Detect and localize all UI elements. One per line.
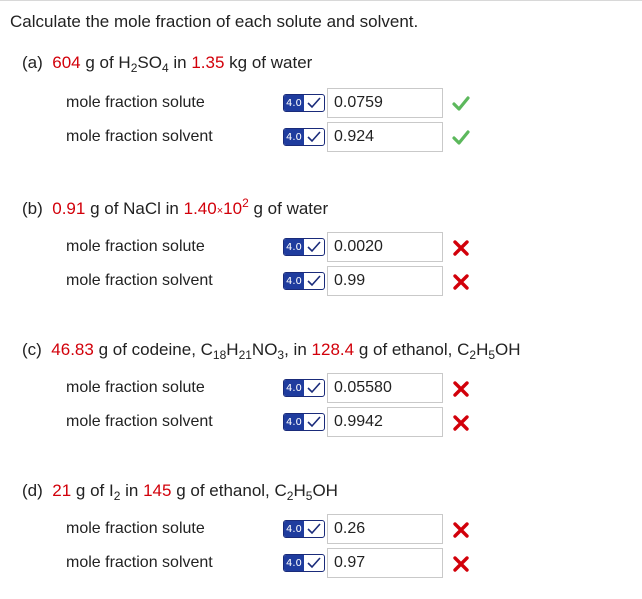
part-c-mass2: 128.4 <box>311 340 355 359</box>
solute-label: mole fraction solute <box>66 238 205 255</box>
part-c-solvent-row: mole fraction solvent 4.0 <box>0 407 642 437</box>
part-c-solute-row: mole fraction solute 4.0 <box>0 373 642 403</box>
badge-check-icon <box>304 416 324 428</box>
badge-check-icon <box>304 557 324 569</box>
part-d-sub1: 2 <box>113 489 121 503</box>
part-d-solvent-row: mole fraction solvent 4.0 <box>0 548 642 578</box>
badge-number: 4.0 <box>284 129 304 145</box>
part-d-mass1: 21 <box>52 481 72 500</box>
solvent-label: mole fraction solvent <box>66 128 213 145</box>
sig-fig-badge[interactable]: 4.0 <box>283 379 325 397</box>
sig-fig-badge[interactable]: 4.0 <box>283 128 325 146</box>
solvent-label: mole fraction solvent <box>66 413 213 430</box>
sig-fig-badge[interactable]: 4.0 <box>283 520 325 538</box>
solvent-label: mole fraction solvent <box>66 554 213 571</box>
part-b-mass2: 1.40×102 <box>183 196 249 218</box>
part-c-tag: (c) <box>22 340 42 359</box>
part-b-solute-row: mole fraction solute 4.0 <box>0 232 642 262</box>
part-b-question: (b) 0.91 g of NaCl in 1.40×102 g of wate… <box>22 196 329 219</box>
sig-fig-badge[interactable]: 4.0 <box>283 413 325 431</box>
part-b-coef: 1.40 <box>183 199 217 218</box>
part-d-solute-input[interactable] <box>327 514 443 544</box>
badge-check-icon <box>304 523 324 535</box>
part-b-base: 10 <box>223 199 243 218</box>
question-title: Calculate the mole fraction of each solu… <box>10 12 419 31</box>
sig-fig-badge[interactable]: 4.0 <box>283 554 325 572</box>
part-b-solute-input[interactable] <box>327 232 443 262</box>
part-c-text5: g of ethanol, C <box>358 340 470 359</box>
badge-number: 4.0 <box>284 555 304 571</box>
part-a-solute-row: mole fraction solute 4.0 <box>0 88 642 118</box>
badge-check-icon <box>304 97 324 109</box>
solute-label: mole fraction solute <box>66 379 205 396</box>
part-a-solvent-input[interactable] <box>327 122 443 152</box>
solvent-label: mole fraction solvent <box>66 272 213 289</box>
part-a-mass1: 604 <box>52 53 81 72</box>
part-b-tag: (b) <box>22 199 43 218</box>
incorrect-x-icon <box>452 239 470 257</box>
part-c-text6: H <box>476 340 489 359</box>
top-divider <box>0 0 642 1</box>
part-c-solute-input[interactable] <box>327 373 443 403</box>
incorrect-x-icon <box>452 555 470 573</box>
badge-number: 4.0 <box>284 380 304 396</box>
sig-fig-badge[interactable]: 4.0 <box>283 272 325 290</box>
part-c-question: (c) 46.83 g of codeine, C18H21NO3, in 12… <box>22 340 521 362</box>
badge-number: 4.0 <box>284 273 304 289</box>
badge-number: 4.0 <box>284 95 304 111</box>
part-c-sub2: 21 <box>238 348 252 362</box>
incorrect-x-icon <box>452 414 470 432</box>
part-d-solvent-input[interactable] <box>327 548 443 578</box>
part-b-solvent-row: mole fraction solvent 4.0 <box>0 266 642 296</box>
part-c-mass1: 46.83 <box>51 340 94 359</box>
part-b-solvent-input[interactable] <box>327 266 443 296</box>
part-a-text4: kg of water <box>229 53 313 72</box>
part-a-mass2: 1.35 <box>191 53 225 72</box>
badge-check-icon <box>304 275 324 287</box>
part-d-solute-row: mole fraction solute 4.0 <box>0 514 642 544</box>
part-d-text1: g of I <box>75 481 114 500</box>
sig-fig-badge[interactable]: 4.0 <box>283 94 325 112</box>
badge-number: 4.0 <box>284 521 304 537</box>
part-a-solvent-row: mole fraction solvent 4.0 <box>0 122 642 152</box>
solute-label: mole fraction solute <box>66 94 205 111</box>
part-a-tag: (a) <box>22 53 43 72</box>
badge-check-icon <box>304 382 324 394</box>
correct-check-icon <box>452 95 470 113</box>
badge-number: 4.0 <box>284 239 304 255</box>
incorrect-x-icon <box>452 380 470 398</box>
part-c-text1: g of codeine, C <box>98 340 213 359</box>
part-b-text2: g of water <box>253 199 329 218</box>
part-b-mass1: 0.91 <box>52 199 86 218</box>
sig-fig-badge[interactable]: 4.0 <box>283 238 325 256</box>
part-c-text7: OH <box>495 340 521 359</box>
part-d-text3: g of ethanol, C <box>176 481 287 500</box>
part-a-text1: g of H <box>85 53 131 72</box>
solute-label: mole fraction solute <box>66 520 205 537</box>
part-c-text4: , in <box>284 340 307 359</box>
part-c-sub1: 18 <box>212 348 227 362</box>
part-c-text2: H <box>226 340 239 359</box>
part-d-text4: H <box>293 481 306 500</box>
part-a-text3: in <box>173 53 187 72</box>
correct-check-icon <box>452 129 470 147</box>
part-c-text3: NO <box>251 340 278 359</box>
incorrect-x-icon <box>452 273 470 291</box>
part-d-tag: (d) <box>22 481 43 500</box>
part-d-text5: OH <box>312 481 338 500</box>
badge-number: 4.0 <box>284 414 304 430</box>
part-a-text2: SO <box>137 53 162 72</box>
part-a-sub2: 4 <box>161 61 169 75</box>
part-a-question: (a) 604 g of H2SO4 in 1.35 kg of water <box>22 53 313 75</box>
part-d-mass2: 145 <box>143 481 172 500</box>
incorrect-x-icon <box>452 521 470 539</box>
part-b-exp: 2 <box>242 196 249 210</box>
part-d-question: (d) 21 g of I2 in 145 g of ethanol, C2H5… <box>22 481 338 503</box>
part-c-solvent-input[interactable] <box>327 407 443 437</box>
part-a-solute-input[interactable] <box>327 88 443 118</box>
part-b-text1: g of NaCl in <box>90 199 179 218</box>
badge-check-icon <box>304 241 324 253</box>
badge-check-icon <box>304 131 324 143</box>
part-d-text2: in <box>125 481 139 500</box>
